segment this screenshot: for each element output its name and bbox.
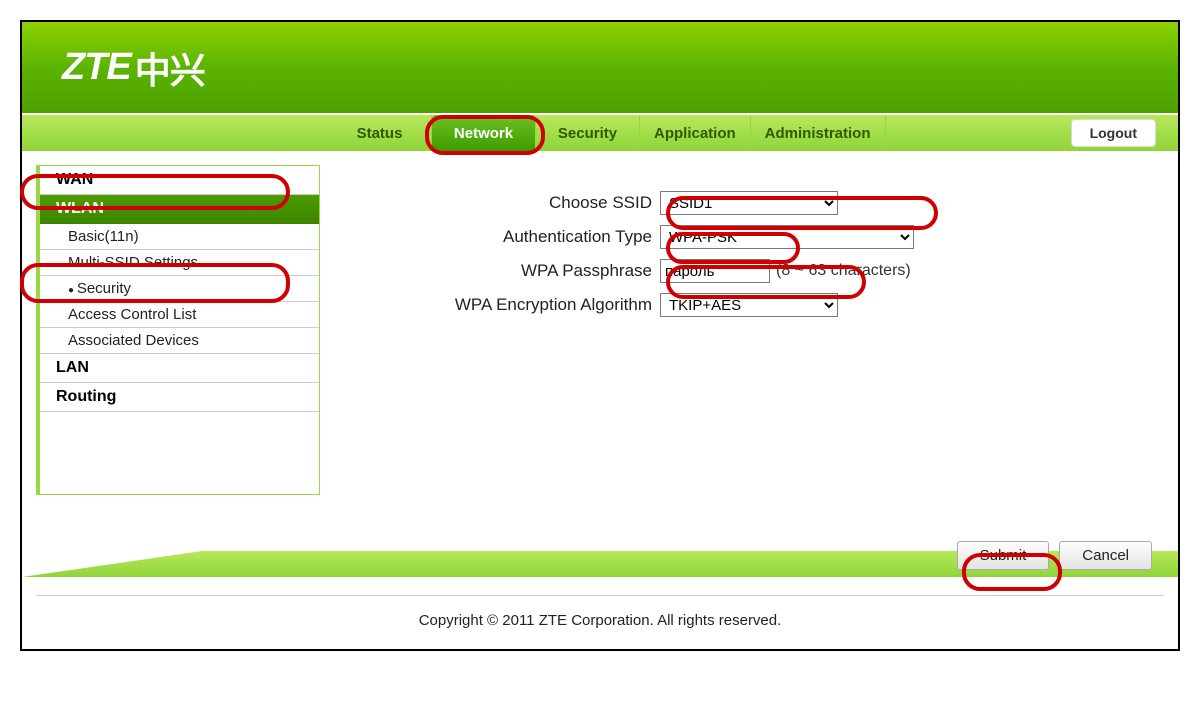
label-auth: Authentication Type xyxy=(350,227,660,247)
form-panel: Choose SSID SSID1 Authentication Type WP… xyxy=(320,151,1178,531)
label-pass: WPA Passphrase xyxy=(350,261,660,281)
submit-button[interactable]: Submit xyxy=(957,541,1050,570)
sidebar: WAN WLAN Basic(11n) Multi-SSID Settings … xyxy=(36,165,320,495)
sidebar-item-routing[interactable]: Routing xyxy=(40,383,319,412)
logout-area: Logout xyxy=(1071,115,1178,151)
brand-logo: ZTE 中兴 xyxy=(62,42,205,94)
brand-cn: 中兴 xyxy=(135,42,205,94)
footer-copyright: Copyright © 2011 ZTE Corporation. All ri… xyxy=(36,595,1164,649)
brand-name: ZTE xyxy=(62,46,131,89)
label-ssid: Choose SSID xyxy=(350,193,660,213)
sidebar-sub-acl[interactable]: Access Control List xyxy=(40,302,319,328)
row-pass: WPA Passphrase (8 ~ 63 characters) xyxy=(350,259,1148,283)
content-area: WAN WLAN Basic(11n) Multi-SSID Settings … xyxy=(22,151,1178,531)
main-tabs: Status Network Security Application Admi… xyxy=(22,115,1178,151)
sidebar-item-wlan[interactable]: WLAN xyxy=(40,195,319,224)
row-enc: WPA Encryption Algorithm TKIP+AES xyxy=(350,293,1148,317)
sidebar-sub-security[interactable]: Security xyxy=(40,276,319,302)
sidebar-sub-multi-ssid[interactable]: Multi-SSID Settings xyxy=(40,250,319,276)
app-window: ZTE 中兴 Status Network Security Applicati… xyxy=(20,20,1180,651)
tab-network[interactable]: Network xyxy=(432,115,536,151)
select-auth-type[interactable]: WPA-PSK xyxy=(660,225,914,249)
select-encryption[interactable]: TKIP+AES xyxy=(660,293,838,317)
select-ssid[interactable]: SSID1 xyxy=(660,191,838,215)
logout-button[interactable]: Logout xyxy=(1071,119,1156,147)
tab-status[interactable]: Status xyxy=(328,115,432,151)
row-auth: Authentication Type WPA-PSK xyxy=(350,225,1148,249)
hint-pass: (8 ~ 63 characters) xyxy=(776,262,911,280)
sidebar-item-wan[interactable]: WAN xyxy=(40,166,319,195)
sidebar-item-lan[interactable]: LAN xyxy=(40,354,319,383)
row-ssid: Choose SSID SSID1 xyxy=(350,191,1148,215)
tab-application[interactable]: Application xyxy=(640,115,751,151)
label-enc: WPA Encryption Algorithm xyxy=(350,295,660,315)
input-wpa-passphrase[interactable] xyxy=(660,259,770,283)
sidebar-sub-basic[interactable]: Basic(11n) xyxy=(40,224,319,250)
header: ZTE 中兴 xyxy=(22,22,1178,115)
sidebar-sub-assoc[interactable]: Associated Devices xyxy=(40,328,319,354)
action-bar: Submit Cancel xyxy=(22,541,1178,585)
tab-administration[interactable]: Administration xyxy=(751,115,886,151)
tab-security[interactable]: Security xyxy=(536,115,640,151)
cancel-button[interactable]: Cancel xyxy=(1059,541,1152,570)
